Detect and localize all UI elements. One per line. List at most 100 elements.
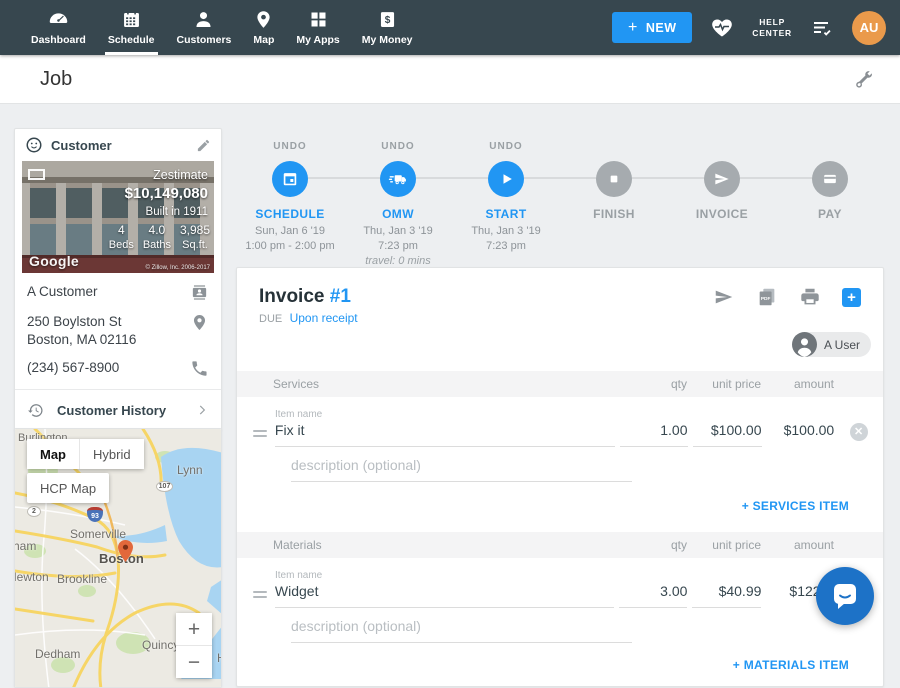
add-invoice-button[interactable]: +: [842, 288, 861, 307]
checklist-button[interactable]: [810, 16, 834, 40]
hcp-map-button[interactable]: HCP Map: [27, 473, 109, 503]
start-step-button[interactable]: [488, 161, 524, 197]
step-finish: FINISH: [560, 130, 668, 269]
zillow-copyright: © Zillow, Inc. 2006-2017: [146, 265, 210, 271]
drag-handle-icon[interactable]: [253, 430, 275, 447]
invoice-header: Invoice #1 PDF +: [237, 268, 883, 308]
job-location-pin[interactable]: [118, 540, 133, 562]
due-value-link[interactable]: Upon receipt: [290, 311, 358, 325]
customer-history-link[interactable]: Customer History: [27, 390, 209, 430]
step-time: 1:00 pm - 2:00 pm: [236, 239, 344, 254]
remove-service-item-button[interactable]: ✕: [850, 423, 868, 441]
material-item-name-input[interactable]: [275, 583, 615, 608]
customer-address-row: 250 Boylston St Boston, MA 02116: [27, 313, 209, 348]
omw-step-button[interactable]: [380, 161, 416, 197]
material-item-row: $122.: [253, 583, 883, 608]
edit-customer-button[interactable]: [196, 138, 211, 153]
schedule-step-button[interactable]: [272, 161, 308, 197]
undo-omw-link[interactable]: UNDO: [344, 141, 452, 152]
map-type-map-button[interactable]: Map: [27, 439, 79, 469]
service-item-unit-price-input[interactable]: [693, 422, 762, 447]
step-date: Sun, Jan 6 '19: [236, 224, 344, 239]
material-item-qty-input[interactable]: [619, 583, 687, 608]
step-detail: Sun, Jan 6 '19 1:00 pm - 2:00 pm: [236, 224, 344, 254]
map-card: Burlington Lynn 107 2 93 Somerville ham …: [14, 428, 222, 688]
zoom-out-button[interactable]: −: [176, 646, 212, 678]
money-icon: $: [377, 9, 398, 30]
item-name-label: Item name: [275, 570, 883, 581]
service-item-name-input[interactable]: [275, 422, 615, 447]
nav-item-my-money[interactable]: $ My Money: [351, 0, 424, 55]
user-avatar[interactable]: AU: [852, 11, 886, 45]
help-center-link[interactable]: HELP CENTER: [752, 17, 792, 38]
amount-column-header: amount: [761, 377, 834, 391]
chevron-right-icon: [195, 403, 209, 417]
nav-item-customers[interactable]: Customers: [166, 0, 243, 55]
finish-step-button[interactable]: [596, 161, 632, 197]
health-heart-button[interactable]: [710, 16, 734, 40]
zoom-in-button[interactable]: +: [176, 613, 212, 645]
phone-icon-wrap[interactable]: [190, 359, 209, 378]
location-icon-wrap[interactable]: [190, 313, 209, 332]
services-item-block: Item name $100.00 ✕ + SERVICES ITEM: [237, 409, 883, 515]
service-item-qty-input[interactable]: [620, 422, 688, 447]
drag-handle-icon[interactable]: [253, 591, 275, 608]
address-line1: 250 Boylston St: [27, 314, 122, 329]
pdf-icon: PDF: [756, 286, 778, 308]
material-item-unit-price-input[interactable]: [692, 583, 761, 608]
step-omw: UNDO OMW Thu, Jan 3 '19 7:23 pm travel: …: [344, 130, 452, 269]
materials-section-header: Materials qty unit price amount: [237, 532, 883, 558]
nav-right: + NEW HELP CENTER AU: [612, 0, 900, 55]
map-type-hybrid-button[interactable]: Hybrid: [79, 439, 144, 469]
undo-placeholder: [560, 141, 668, 152]
truck-icon: [388, 169, 408, 189]
nav-item-map[interactable]: Map: [242, 0, 285, 55]
nav-label: Dashboard: [31, 34, 86, 46]
route-2-shield: 2: [27, 506, 41, 517]
route-107-shield: 107: [156, 481, 173, 492]
beds-value: 4: [109, 223, 134, 237]
service-description-input[interactable]: [291, 457, 632, 482]
invoice-title: Invoice #1: [259, 286, 351, 308]
step-schedule: UNDO SCHEDULE Sun, Jan 6 '19 1:00 pm - 2…: [236, 130, 344, 269]
svg-text:$: $: [384, 15, 390, 26]
undo-start-link[interactable]: UNDO: [452, 141, 560, 152]
map-canvas[interactable]: Burlington Lynn 107 2 93 Somerville ham …: [15, 429, 221, 687]
job-settings-button[interactable]: [853, 69, 874, 90]
send-invoice-button[interactable]: [713, 286, 735, 308]
material-description-row: [291, 618, 883, 643]
plus-icon: +: [628, 19, 638, 37]
step-time: 7:23 pm: [344, 239, 452, 254]
baths-label: Baths: [143, 239, 171, 251]
print-button[interactable]: [799, 286, 821, 308]
pay-step-button[interactable]: [812, 161, 848, 197]
customer-address: 250 Boylston St Boston, MA 02116: [27, 313, 136, 348]
map-type-buttons: Map Hybrid: [27, 439, 144, 469]
customer-phone: (234) 567-8900: [27, 359, 119, 377]
map-label-somerville: Somerville: [70, 527, 126, 541]
assigned-user-chip[interactable]: A User: [792, 332, 871, 357]
undo-schedule-link[interactable]: UNDO: [236, 141, 344, 152]
nav-item-my-apps[interactable]: My Apps: [285, 0, 350, 55]
phone-icon: [190, 359, 209, 378]
assigned-user-row: A User: [237, 332, 883, 357]
zestimate-built: Built in 1911: [146, 206, 208, 218]
map-label-lynn: Lynn: [177, 463, 203, 477]
nav-label: Map: [253, 34, 274, 46]
pdf-button[interactable]: PDF: [756, 286, 778, 308]
nav-item-dashboard[interactable]: Dashboard: [20, 0, 97, 55]
chat-messenger-button[interactable]: [816, 567, 874, 625]
invoice-step-button[interactable]: [704, 161, 740, 197]
step-detail: Thu, Jan 3 '19 7:23 pm: [452, 224, 560, 254]
add-services-item-link[interactable]: + SERVICES ITEM: [742, 499, 849, 513]
step-label: START: [452, 207, 560, 221]
contact-card-icon-wrap[interactable]: [190, 283, 209, 302]
map-label-brookline: Brookline: [57, 572, 107, 586]
property-photo[interactable]: Zestimate $10,149,080 Built in 1911 4Bed…: [22, 161, 214, 273]
invoice-number[interactable]: #1: [330, 286, 351, 307]
add-materials-item-link[interactable]: + MATERIALS ITEM: [733, 658, 849, 672]
new-button[interactable]: + NEW: [612, 12, 692, 43]
material-description-input[interactable]: [291, 618, 632, 643]
nav-item-schedule[interactable]: Schedule: [97, 0, 166, 55]
new-button-label: NEW: [646, 21, 677, 35]
